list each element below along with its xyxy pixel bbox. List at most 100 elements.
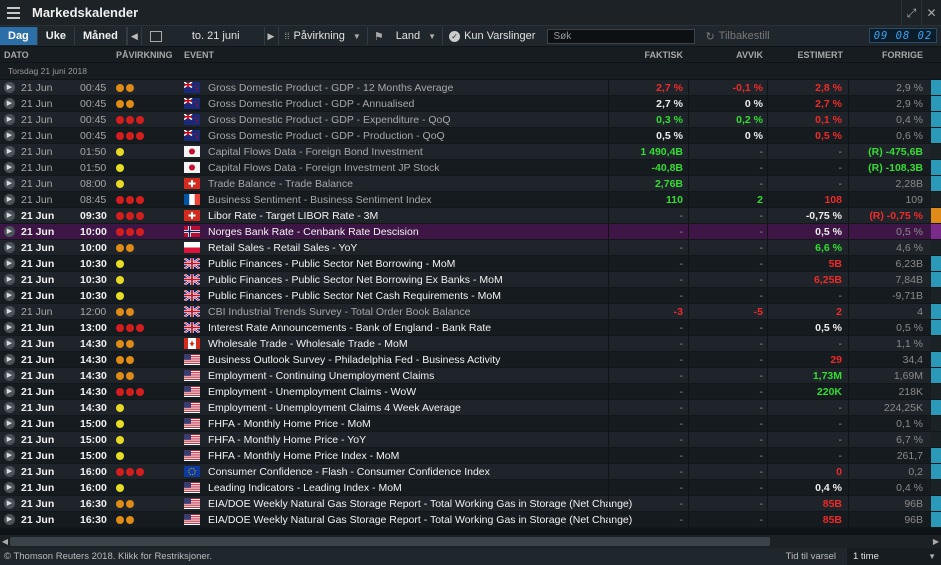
table-row[interactable]: ▶ 21 Jun 16:00 Leading Indicators - Leading… <box>0 480 931 496</box>
table-row[interactable]: ▶ 21 Jun 08:00 Trade Balance - Trade Balanc… <box>0 176 931 192</box>
expand-row-button[interactable]: ▶ <box>4 306 15 317</box>
table-row[interactable]: ▶ 21 Jun 10:30 Public Finances - Public Sec… <box>0 288 931 304</box>
expand-row-button[interactable]: ▶ <box>4 434 15 445</box>
expand-row-button[interactable]: ▶ <box>4 370 15 381</box>
scrollbar-thumb[interactable] <box>10 537 770 546</box>
col-estimate[interactable]: ESTIMERT <box>797 50 843 60</box>
table-row[interactable]: ▶ 21 Jun 00:45 Gross Domestic Product - GDP… <box>0 128 931 144</box>
table-row[interactable]: ▶ 21 Jun 01:50 Capital Flows Data - Foreign… <box>0 144 931 160</box>
expand-row-button[interactable]: ▶ <box>4 82 15 93</box>
table-row[interactable]: ▶ 21 Jun 01:50 Capital Flows Data - Foreign… <box>0 160 931 176</box>
expand-row-button[interactable]: ▶ <box>4 226 15 237</box>
col-previous[interactable]: FORRIGE <box>882 50 923 60</box>
prev-date-button[interactable]: ◀ <box>126 27 141 45</box>
table-row[interactable]: ▶ 21 Jun 00:45 Gross Domestic Product - GDP… <box>0 80 931 96</box>
expand-row-button[interactable]: ▶ <box>4 130 15 141</box>
expand-row-button[interactable]: ▶ <box>4 98 15 109</box>
table-row[interactable]: ▶ 21 Jun 14:30 Employment - Continuing Unem… <box>0 368 931 384</box>
expand-row-button[interactable]: ▶ <box>4 114 15 125</box>
expand-row-button[interactable]: ▶ <box>4 338 15 349</box>
table-row[interactable]: ▶ 21 Jun 10:00 Norges Bank Rate - Cenbank R… <box>0 224 931 240</box>
table-row[interactable]: ▶ 21 Jun 14:30 Employment - Unemployment Cl… <box>0 384 931 400</box>
table-row[interactable]: ▶ 21 Jun 13:00 Interest Rate Announcements … <box>0 320 931 336</box>
col-deviation[interactable]: AVVIK <box>736 50 763 60</box>
tab-day[interactable]: Dag <box>0 27 38 45</box>
table-row[interactable]: ▶ 21 Jun 12:00 CBI Industrial Trends Survey… <box>0 304 931 320</box>
expand-row-button[interactable]: ▶ <box>4 146 15 157</box>
table-row[interactable]: ▶ 21 Jun 15:00 FHFA - Monthly Home Price - … <box>0 432 931 448</box>
menu-icon[interactable] <box>0 0 26 26</box>
row-estimate: 0 <box>836 466 842 478</box>
expand-row-button[interactable]: ▶ <box>4 402 15 413</box>
reset-button[interactable]: ↻ Tilbakestill <box>705 30 769 43</box>
impact-low-dot <box>116 436 124 444</box>
search-input[interactable]: Søk <box>547 28 696 44</box>
table-row[interactable]: ▶ 21 Jun 16:30 EIA/DOE Weekly Natural Gas S… <box>0 512 931 528</box>
table-row[interactable]: ▶ 21 Jun 15:00 FHFA - Monthly Home Price In… <box>0 448 931 464</box>
row-previous: 218K <box>898 386 923 398</box>
expand-row-button[interactable]: ▶ <box>4 498 15 509</box>
tab-week[interactable]: Uke <box>38 27 75 45</box>
scroll-left-icon[interactable]: ◀ <box>0 535 10 548</box>
table-row[interactable]: ▶ 21 Jun 16:00 Consumer Confidence - Flash … <box>0 464 931 480</box>
table-row[interactable]: ▶ 21 Jun 14:30 Business Outlook Survey - Ph… <box>0 352 931 368</box>
tab-month[interactable]: Måned <box>75 27 127 45</box>
expand-row-button[interactable]: ▶ <box>4 482 15 493</box>
table-row[interactable]: ▶ 21 Jun 14:30 Employment - Unemployment Cl… <box>0 400 931 416</box>
expand-row-button[interactable]: ▶ <box>4 210 15 221</box>
uk-flag-icon <box>184 258 200 269</box>
expand-icon[interactable]: ⤢ <box>901 0 921 26</box>
expand-row-button[interactable]: ▶ <box>4 162 15 173</box>
col-event[interactable]: EVENT <box>184 50 214 60</box>
impact-high-dot <box>136 132 144 140</box>
table-row[interactable]: ▶ 21 Jun 10:30 Public Finances - Public Sec… <box>0 272 931 288</box>
expand-row-button[interactable]: ▶ <box>4 242 15 253</box>
day-group-header[interactable]: Torsdag 21 juni 2018 <box>0 63 941 79</box>
row-deviation: - <box>759 338 764 350</box>
date-picker[interactable]: to. 21 juni <box>140 27 244 45</box>
copyright-link[interactable]: © Thomson Reuters 2018. Klikk for Restri… <box>4 551 212 562</box>
expand-row-button[interactable]: ▶ <box>4 466 15 477</box>
expand-row-button[interactable]: ▶ <box>4 178 15 189</box>
expand-row-button[interactable]: ▶ <box>4 194 15 205</box>
table-row[interactable]: ▶ 21 Jun 00:45 Gross Domestic Product - GDP… <box>0 96 931 112</box>
row-time: 08:00 <box>80 178 107 190</box>
col-actual[interactable]: FAKTISK <box>644 50 683 60</box>
next-date-button[interactable]: ▶ <box>263 27 278 45</box>
table-row[interactable]: ▶ 21 Jun 14:30 Wholesale Trade - Wholesale … <box>0 336 931 352</box>
table-row[interactable]: ▶ 21 Jun 10:00 Retail Sales - Retail Sales … <box>0 240 931 256</box>
col-impact[interactable]: PÅVIRKNING <box>116 50 173 60</box>
alert-time-dropdown[interactable]: 1 time ▼ <box>847 548 941 565</box>
expand-row-button[interactable]: ▶ <box>4 386 15 397</box>
col-date[interactable]: DATO <box>4 50 29 60</box>
row-impact <box>116 356 134 364</box>
expand-row-button[interactable]: ▶ <box>4 322 15 333</box>
expand-row-button[interactable]: ▶ <box>4 274 15 285</box>
expand-row-button[interactable]: ▶ <box>4 514 15 525</box>
row-date: 21 Jun <box>21 354 55 366</box>
expand-row-button[interactable]: ▶ <box>4 290 15 301</box>
impact-high-dot <box>136 324 144 332</box>
impact-filter-dropdown[interactable]: ⁞⁞ Påvirkning ▼ <box>277 27 367 45</box>
row-actual: - <box>679 466 684 478</box>
horizontal-scrollbar[interactable]: ◀ ▶ <box>0 535 941 548</box>
expand-row-button[interactable]: ▶ <box>4 450 15 461</box>
expand-row-button[interactable]: ▶ <box>4 418 15 429</box>
row-date: 21 Jun <box>21 498 55 510</box>
scroll-right-icon[interactable]: ▶ <box>931 535 941 548</box>
close-icon[interactable]: ✕ <box>921 0 941 26</box>
expand-row-button[interactable]: ▶ <box>4 354 15 365</box>
table-row[interactable]: ▶ 21 Jun 08:45 Business Sentiment - Busines… <box>0 192 931 208</box>
row-deviation: - <box>759 498 764 510</box>
alerts-only-toggle[interactable]: ✓ Kun Varslinger <box>442 27 541 45</box>
table-row[interactable]: ▶ 21 Jun 15:00 FHFA - Monthly Home Price - … <box>0 416 931 432</box>
table-row[interactable]: ▶ 21 Jun 00:45 Gross Domestic Product - GDP… <box>0 112 931 128</box>
table-row[interactable]: ▶ 21 Jun 10:30 Public Finances - Public Sec… <box>0 256 931 272</box>
expand-row-button[interactable]: ▶ <box>4 258 15 269</box>
row-date: 21 Jun <box>21 434 55 446</box>
row-deviation: - <box>759 178 764 190</box>
row-deviation: - <box>759 290 764 302</box>
table-row[interactable]: ▶ 21 Jun 09:30 Libor Rate - Target LIBOR Ra… <box>0 208 931 224</box>
country-filter-dropdown[interactable]: ⚑ Land ▼ <box>366 27 442 45</box>
table-row[interactable]: ▶ 21 Jun 16:30 EIA/DOE Weekly Natural Gas S… <box>0 496 931 512</box>
